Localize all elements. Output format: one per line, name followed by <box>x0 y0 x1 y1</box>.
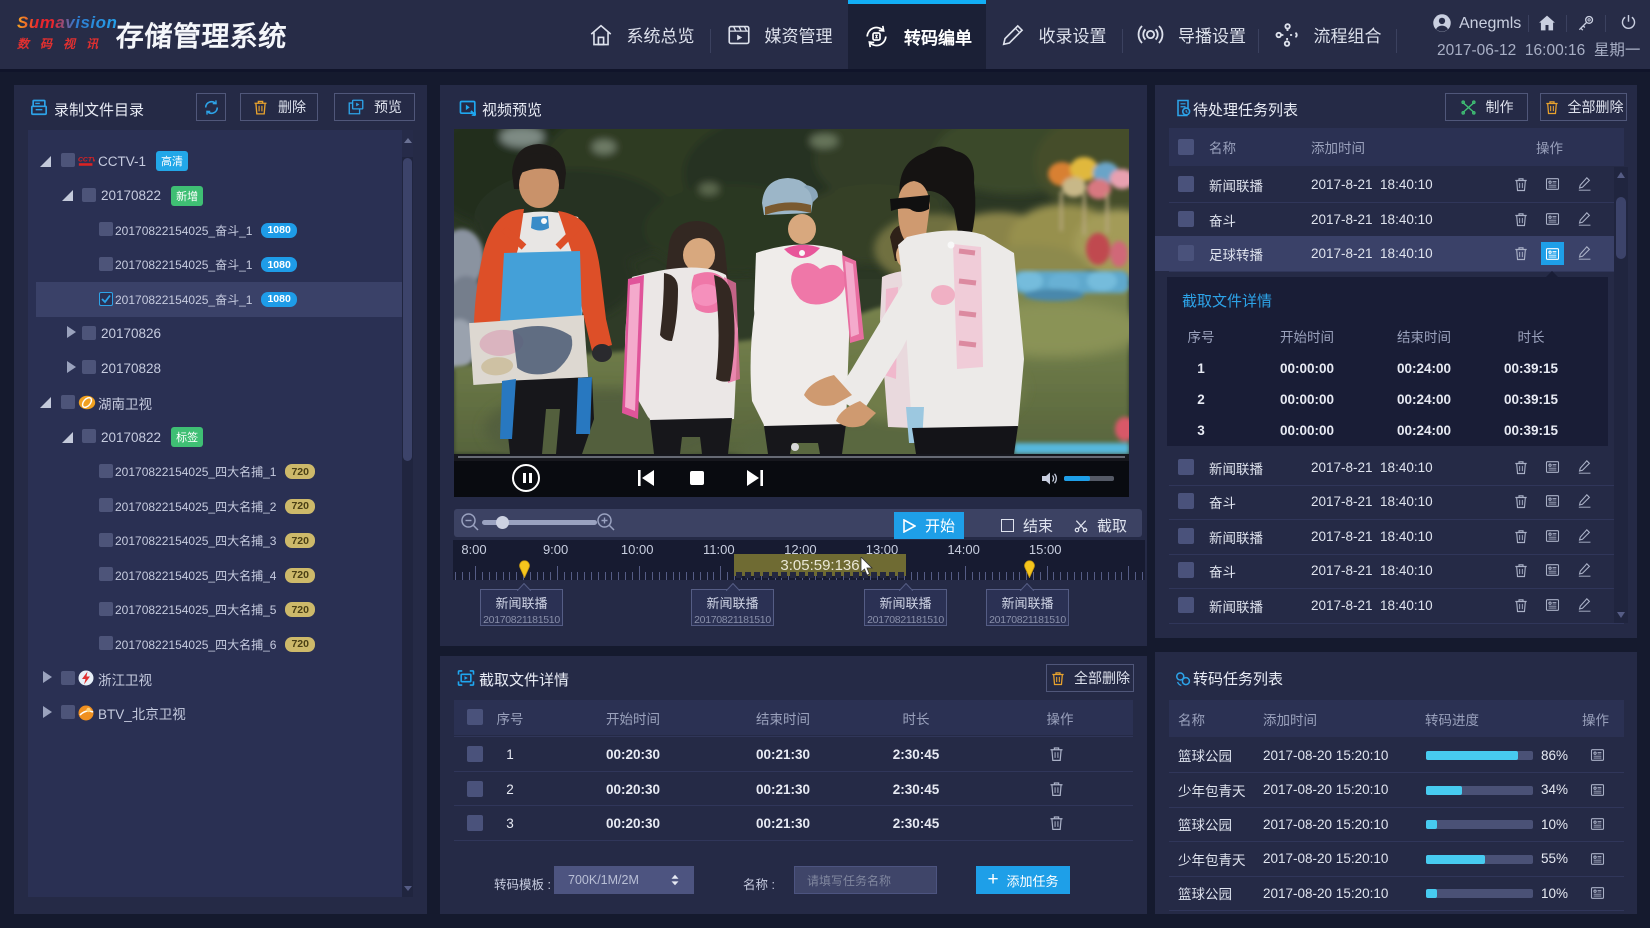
svg-text:CCTV: CCTV <box>78 156 95 163</box>
